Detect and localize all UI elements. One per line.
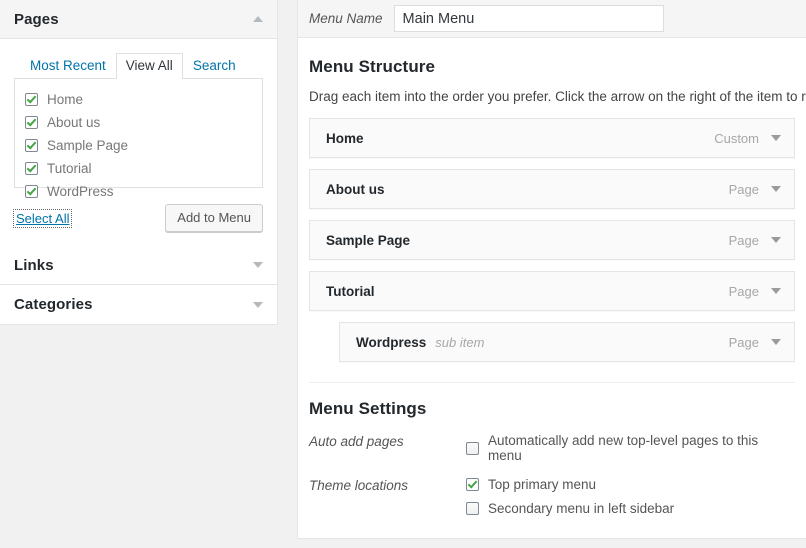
menu-item-type: Page	[729, 284, 759, 299]
checkbox-secondary-menu[interactable]	[466, 502, 479, 515]
checkbox-wordpress[interactable]	[25, 185, 38, 198]
menu-name-input[interactable]	[394, 5, 664, 32]
pages-panel-actions: Select All Add to Menu	[14, 204, 263, 232]
accordion-header-categories[interactable]: Categories	[0, 285, 277, 324]
chevron-down-icon[interactable]	[771, 237, 781, 243]
menu-item-about-us[interactable]: About us Page	[309, 169, 795, 209]
checkbox-home[interactable]	[25, 93, 38, 106]
setting-row-auto-add-pages: Auto add pages Automatically add new top…	[309, 433, 795, 463]
list-item[interactable]: WordPress	[25, 180, 252, 203]
list-item-label: Sample Page	[47, 138, 128, 154]
menu-item-meta: Page	[729, 284, 781, 299]
chevron-up-icon[interactable]	[253, 16, 263, 22]
section-divider	[309, 382, 795, 383]
chevron-down-icon[interactable]	[253, 262, 263, 268]
list-item[interactable]: Tutorial	[25, 157, 252, 180]
list-item[interactable]: Sample Page	[25, 134, 252, 157]
pages-checklist: Home About us Sample Page Tutorial WordP…	[14, 78, 263, 188]
option-label: Automatically add new top-level pages to…	[488, 433, 795, 463]
menu-item-title: Sample Page	[326, 233, 410, 248]
checkbox-auto-add-pages[interactable]	[466, 442, 479, 455]
checkbox-about-us[interactable]	[25, 116, 38, 129]
option-label: Top primary menu	[488, 477, 596, 492]
add-menu-items-sidebar: Pages Most Recent View All Search Home A…	[0, 0, 278, 325]
tab-search[interactable]: Search	[183, 53, 246, 79]
setting-options-auto-add-pages: Automatically add new top-level pages to…	[466, 433, 795, 463]
menu-item-sub-label: sub item	[435, 335, 484, 350]
add-to-menu-button[interactable]: Add to Menu	[165, 204, 263, 232]
list-item[interactable]: Home	[25, 88, 252, 111]
menu-item-sample-page[interactable]: Sample Page Page	[309, 220, 795, 260]
option-label: Secondary menu in left sidebar	[488, 501, 674, 516]
menu-item-tutorial[interactable]: Tutorial Page	[309, 271, 795, 311]
list-item-label: About us	[47, 115, 100, 131]
menu-name-bar: Menu Name	[298, 0, 806, 38]
accordion-title-categories: Categories	[14, 296, 93, 313]
list-item[interactable]: About us	[25, 111, 252, 134]
option-auto-add[interactable]: Automatically add new top-level pages to…	[466, 433, 795, 463]
list-item-label: Tutorial	[47, 161, 92, 177]
option-top-primary-menu[interactable]: Top primary menu	[466, 477, 795, 492]
setting-row-theme-locations: Theme locations Top primary menu Seconda…	[309, 477, 795, 516]
menu-item-meta: Custom	[714, 131, 781, 146]
menu-item-title: About us	[326, 182, 385, 197]
chevron-down-icon[interactable]	[771, 186, 781, 192]
pages-tabs: Most Recent View All Search	[14, 53, 263, 79]
setting-options-theme-locations: Top primary menu Secondary menu in left …	[466, 477, 795, 516]
setting-label-auto-add-pages: Auto add pages	[309, 433, 466, 449]
pages-panel-body: Most Recent View All Search Home About u…	[0, 39, 277, 246]
structure-description: Drag each item into the order you prefer…	[309, 89, 795, 104]
accordion-title-pages: Pages	[14, 11, 59, 28]
menu-editor-panel: Menu Name Menu Structure Drag each item …	[297, 0, 806, 539]
menu-items-list: Home Custom About us Page Sample Page Pa…	[309, 118, 795, 362]
option-secondary-menu[interactable]: Secondary menu in left sidebar	[466, 501, 795, 516]
menu-item-wordpress[interactable]: Wordpress sub item Page	[339, 322, 795, 362]
checkbox-sample-page[interactable]	[25, 139, 38, 152]
chevron-down-icon[interactable]	[771, 135, 781, 141]
chevron-down-icon[interactable]	[253, 302, 263, 308]
menu-item-type: Page	[729, 233, 759, 248]
menu-settings-title: Menu Settings	[309, 399, 795, 419]
menu-item-type: Page	[729, 182, 759, 197]
tab-most-recent[interactable]: Most Recent	[20, 53, 116, 79]
menu-item-meta: Page	[729, 335, 781, 350]
checkbox-top-primary-menu[interactable]	[466, 478, 479, 491]
accordion-header-pages[interactable]: Pages	[0, 0, 277, 39]
setting-label-theme-locations: Theme locations	[309, 477, 466, 493]
chevron-down-icon[interactable]	[771, 339, 781, 345]
accordion-header-links[interactable]: Links	[0, 246, 277, 285]
page-title: Menu Structure	[309, 57, 795, 77]
menu-item-title: Home	[326, 131, 364, 146]
tab-view-all[interactable]: View All	[116, 53, 183, 79]
list-item-label: WordPress	[47, 184, 114, 200]
menu-item-title: Tutorial	[326, 284, 375, 299]
chevron-down-icon[interactable]	[771, 288, 781, 294]
list-item-label: Home	[47, 92, 83, 108]
menu-editor-body: Menu Structure Drag each item into the o…	[298, 57, 806, 516]
menu-item-home[interactable]: Home Custom	[309, 118, 795, 158]
select-all-link[interactable]: Select All	[14, 210, 71, 227]
menu-item-title: Wordpress	[356, 335, 426, 350]
checkbox-tutorial[interactable]	[25, 162, 38, 175]
menu-item-meta: Page	[729, 233, 781, 248]
menu-name-label: Menu Name	[309, 11, 383, 26]
menu-item-type: Page	[729, 335, 759, 350]
menu-item-type: Custom	[714, 131, 759, 146]
accordion-title-links: Links	[14, 257, 54, 274]
menu-item-meta: Page	[729, 182, 781, 197]
